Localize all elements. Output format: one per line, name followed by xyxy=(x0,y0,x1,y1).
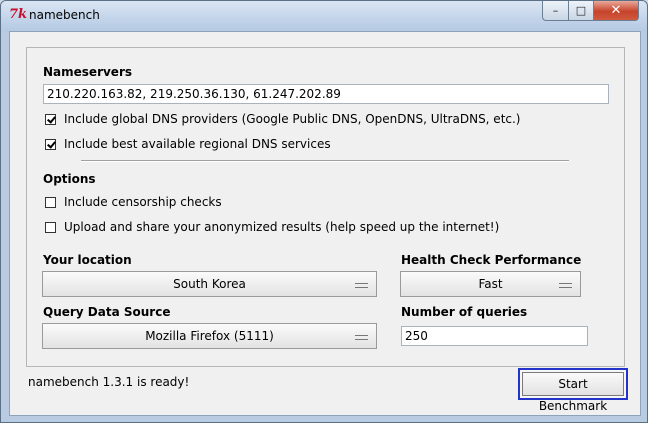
maximize-button[interactable]: □ xyxy=(569,1,594,21)
settings-group: Nameservers 210.220.163.82, 219.250.36.1… xyxy=(26,47,625,367)
include-regional-checkbox[interactable] xyxy=(45,138,56,150)
health-value: Fast xyxy=(478,277,503,291)
num-queries-label: Number of queries xyxy=(401,305,528,319)
include-global-label: Include global DNS providers (Google Pub… xyxy=(64,112,521,126)
include-regional-label: Include best available regional DNS serv… xyxy=(64,137,331,151)
censorship-checkbox[interactable] xyxy=(45,196,56,208)
query-source-value: Mozilla Firefox (5111) xyxy=(145,329,274,343)
location-value: South Korea xyxy=(173,277,246,291)
start-benchmark-button[interactable]: Start Benchmark xyxy=(518,368,628,413)
options-heading: Options xyxy=(43,172,96,186)
include-global-checkbox[interactable] xyxy=(45,113,56,125)
censorship-label: Include censorship checks xyxy=(64,195,222,209)
upload-label: Upload and share your anonymized results… xyxy=(64,220,500,234)
title-bar[interactable]: 7k namebench – □ ✕ xyxy=(1,1,647,31)
close-button[interactable]: ✕ xyxy=(594,1,639,21)
include-global-row[interactable]: Include global DNS providers (Google Pub… xyxy=(45,112,521,126)
query-source-label: Query Data Source xyxy=(43,305,171,319)
minimize-button[interactable]: – xyxy=(542,1,569,21)
window-title: namebench xyxy=(29,8,100,22)
status-text: namebench 1.3.1 is ready! xyxy=(28,375,190,389)
app-window: 7k namebench – □ ✕ Nameservers 210.220.1… xyxy=(0,0,648,423)
query-source-select[interactable]: Mozilla Firefox (5111) xyxy=(42,323,377,349)
dropdown-grip-icon xyxy=(355,283,368,288)
dropdown-grip-icon xyxy=(559,283,572,288)
health-select[interactable]: Fast xyxy=(400,271,581,297)
client-area: Nameservers 210.220.163.82, 219.250.36.1… xyxy=(9,31,641,416)
num-queries-input[interactable]: 250 xyxy=(401,326,588,346)
upload-row[interactable]: Upload and share your anonymized results… xyxy=(45,220,499,234)
censorship-row[interactable]: Include censorship checks xyxy=(45,195,222,209)
nameservers-input[interactable]: 210.220.163.82, 219.250.36.130, 61.247.2… xyxy=(43,84,609,104)
location-select[interactable]: South Korea xyxy=(42,271,377,297)
health-label: Health Check Performance xyxy=(401,253,582,267)
include-regional-row[interactable]: Include best available regional DNS serv… xyxy=(45,137,331,151)
section-divider xyxy=(81,160,569,162)
nameservers-heading: Nameservers xyxy=(43,65,133,79)
location-label: Your location xyxy=(43,253,132,267)
upload-checkbox[interactable] xyxy=(45,221,56,233)
window-controls: – □ ✕ xyxy=(542,1,639,21)
app-logo-icon: 7k xyxy=(9,7,28,22)
dropdown-grip-icon xyxy=(355,335,368,340)
start-benchmark-label: Start Benchmark xyxy=(522,372,624,413)
